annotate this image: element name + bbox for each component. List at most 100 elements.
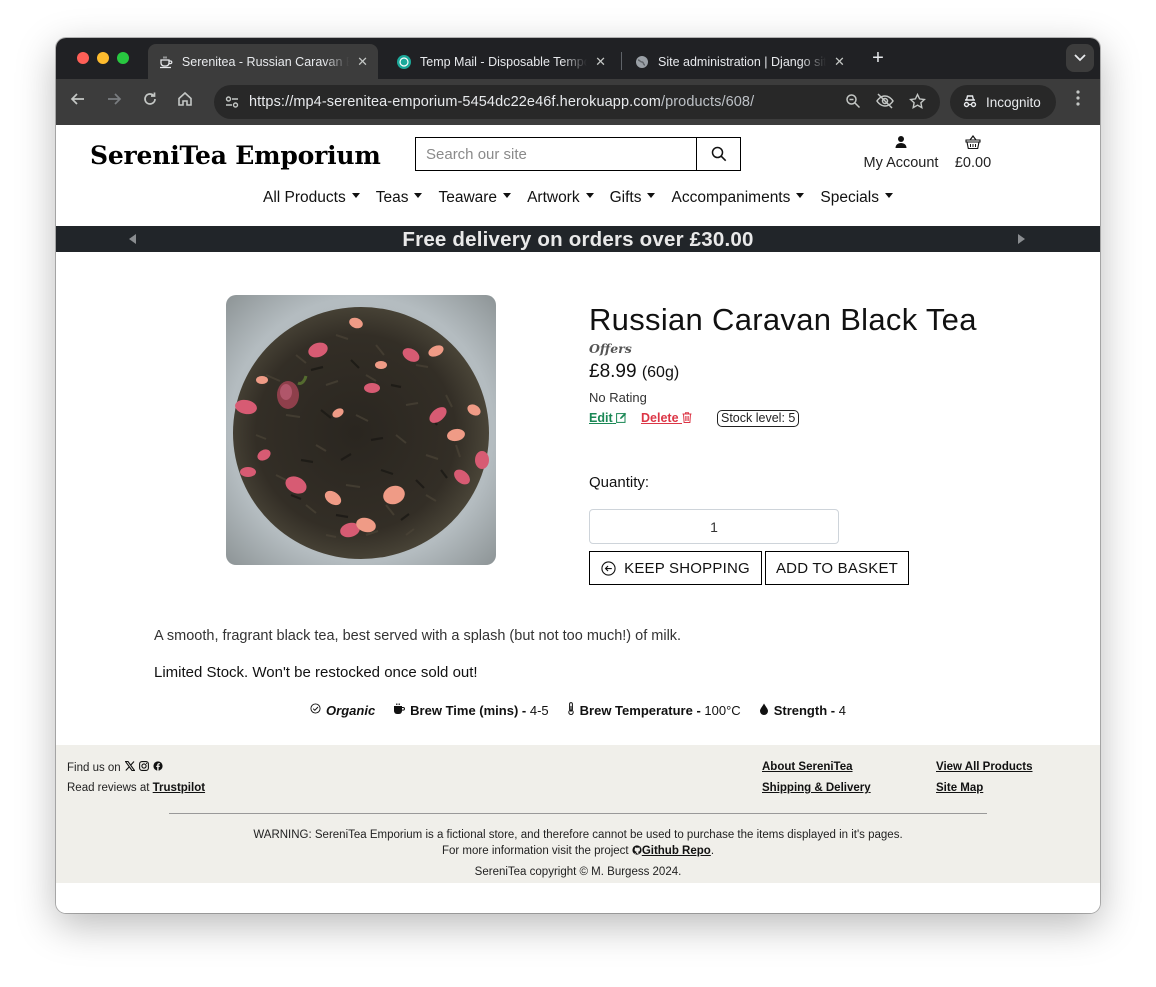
github-icon [632, 845, 642, 855]
shipping-link[interactable]: Shipping & Delivery [762, 782, 871, 794]
product-attributes: Organic Brew Time (mins) - 4-5 Brew Temp… [56, 702, 1100, 718]
arrow-left-icon [70, 93, 84, 105]
incognito-indicator[interactable]: Incognito [950, 85, 1056, 119]
browser-menu-icon[interactable] [1068, 90, 1088, 111]
nav-teas[interactable]: Teas [368, 189, 431, 207]
close-window-button[interactable] [77, 52, 89, 64]
nav-specials[interactable]: Specials [812, 189, 901, 207]
product-rating: No Rating [589, 390, 647, 405]
site-map-link[interactable]: Site Map [936, 782, 983, 794]
about-link[interactable]: About SereniTea [762, 761, 853, 773]
organic-attribute: Organic [310, 702, 375, 718]
tab-django-admin[interactable]: Site administration | Django site admin … [624, 44, 856, 79]
tab-serenitea[interactable]: Serenitea - Russian Caravan Black Tea ✕ [148, 44, 378, 79]
nav-label: Teas [375, 189, 409, 206]
keep-shopping-button[interactable]: KEEP SHOPPING [589, 551, 762, 585]
social-links: Find us on [67, 760, 163, 774]
incognito-label: Incognito [986, 94, 1041, 110]
maximize-window-button[interactable] [117, 52, 129, 64]
back-button[interactable] [66, 90, 90, 114]
reviews-line: Read reviews at Trustpilot [67, 782, 205, 794]
basket-link[interactable]: £0.00 [950, 135, 996, 171]
add-to-basket-button[interactable]: ADD TO BASKET [765, 551, 909, 585]
teacup-icon [158, 54, 174, 70]
nav-accompaniments[interactable]: Accompaniments [663, 189, 812, 207]
nav-gifts[interactable]: Gifts [602, 189, 664, 207]
brew-time-value: 4-5 [529, 702, 549, 718]
close-tab-icon[interactable]: ✕ [595, 54, 606, 70]
quantity-input[interactable] [589, 509, 839, 544]
reviews-prefix: Read reviews at [67, 782, 150, 794]
address-bar[interactable]: https://mp4-serenitea-emporium-5454dc22e… [214, 85, 940, 119]
github-link[interactable]: Github Repo [632, 845, 711, 857]
search-icon [711, 146, 726, 162]
brand-logo[interactable]: SereniTea Emporium [90, 141, 381, 170]
tab-strip: Serenitea - Russian Caravan Black Tea ✕ … [56, 38, 1100, 79]
facebook-icon[interactable] [153, 761, 163, 774]
instagram-icon[interactable] [138, 761, 149, 774]
url-path: /products/608/ [660, 94, 755, 110]
home-button[interactable] [173, 90, 197, 114]
my-account-label: My Account [863, 155, 939, 171]
product-price: £8.99 (60g) [589, 361, 679, 383]
x-twitter-icon[interactable] [124, 760, 136, 774]
delete-product-link[interactable]: Delete [641, 411, 692, 425]
bookmark-star-icon[interactable] [908, 92, 926, 111]
main-navigation: All Products Teas Teaware Artwork Gifts … [56, 189, 1100, 207]
new-tab-button[interactable]: + [866, 47, 890, 71]
eye-off-icon[interactable] [876, 93, 894, 111]
view-all-products-link[interactable]: View All Products [936, 761, 1033, 773]
caret-down-icon [585, 193, 594, 199]
nav-label: Gifts [609, 189, 642, 206]
tab-title: Serenitea - Russian Caravan Black Tea [181, 54, 349, 69]
keep-shopping-label: KEEP SHOPPING [624, 559, 750, 577]
minimize-window-button[interactable] [97, 52, 109, 64]
arrow-right-icon [108, 93, 122, 105]
trash-icon [682, 412, 692, 423]
my-account-link[interactable]: My Account [858, 135, 944, 171]
check-circle-icon [310, 703, 321, 717]
tab-temp-mail[interactable]: Temp Mail - Disposable Temporary Email ✕ [386, 44, 616, 79]
banner-text: Free delivery on orders over £30.00 [402, 228, 754, 251]
product-image [226, 295, 496, 565]
quantity-label: Quantity: [589, 474, 650, 491]
forward-button[interactable] [102, 90, 126, 114]
product-name: Russian Caravan Black Tea [589, 302, 977, 337]
nav-label: Artwork [527, 189, 580, 206]
stock-badge: Stock level: 5 [717, 410, 800, 427]
nav-all-products[interactable]: All Products [255, 189, 368, 207]
product-description: A smooth, fragrant black tea, best serve… [154, 628, 682, 644]
trustpilot-link[interactable]: Trustpilot [153, 782, 205, 794]
edit-icon [616, 412, 627, 423]
tab-search-button[interactable] [1066, 44, 1094, 72]
nav-label: Specials [820, 189, 879, 206]
stock-note: Limited Stock. Won't be restocked once s… [154, 664, 478, 681]
copyright: SereniTea copyright © M. Burgess 2024. [474, 866, 682, 878]
search-input[interactable] [416, 138, 696, 170]
droplet-icon [759, 703, 769, 718]
caret-down-icon [414, 193, 423, 199]
reload-button[interactable] [138, 90, 162, 114]
close-tab-icon[interactable]: ✕ [357, 54, 368, 70]
browser-toolbar: https://mp4-serenitea-emporium-5454dc22e… [56, 79, 1100, 125]
caret-down-icon [884, 193, 893, 199]
product-category-link[interactable]: Offers [589, 341, 632, 356]
browser-window: Serenitea - Russian Caravan Black Tea ✕ … [56, 38, 1100, 913]
basket-icon [950, 135, 996, 153]
nav-artwork[interactable]: Artwork [519, 189, 602, 207]
zoom-icon[interactable] [844, 93, 862, 111]
incognito-icon [962, 94, 978, 111]
close-tab-icon[interactable]: ✕ [834, 54, 845, 70]
edit-label: Edit [589, 411, 613, 425]
caret-down-icon [351, 193, 360, 199]
search-button[interactable] [696, 138, 740, 170]
nav-teaware[interactable]: Teaware [430, 189, 519, 207]
site-settings-icon[interactable] [224, 94, 240, 110]
nav-label: All Products [263, 189, 346, 206]
edit-product-link[interactable]: Edit [589, 411, 627, 425]
brew-temperature-value: 100°C [704, 702, 741, 718]
carousel-next-icon[interactable] [1018, 234, 1025, 244]
url-host: https://mp4-serenitea-emporium-5454dc22e… [249, 94, 661, 110]
brew-temperature-label: Brew Temperature - [579, 702, 701, 718]
search-form [415, 137, 741, 171]
